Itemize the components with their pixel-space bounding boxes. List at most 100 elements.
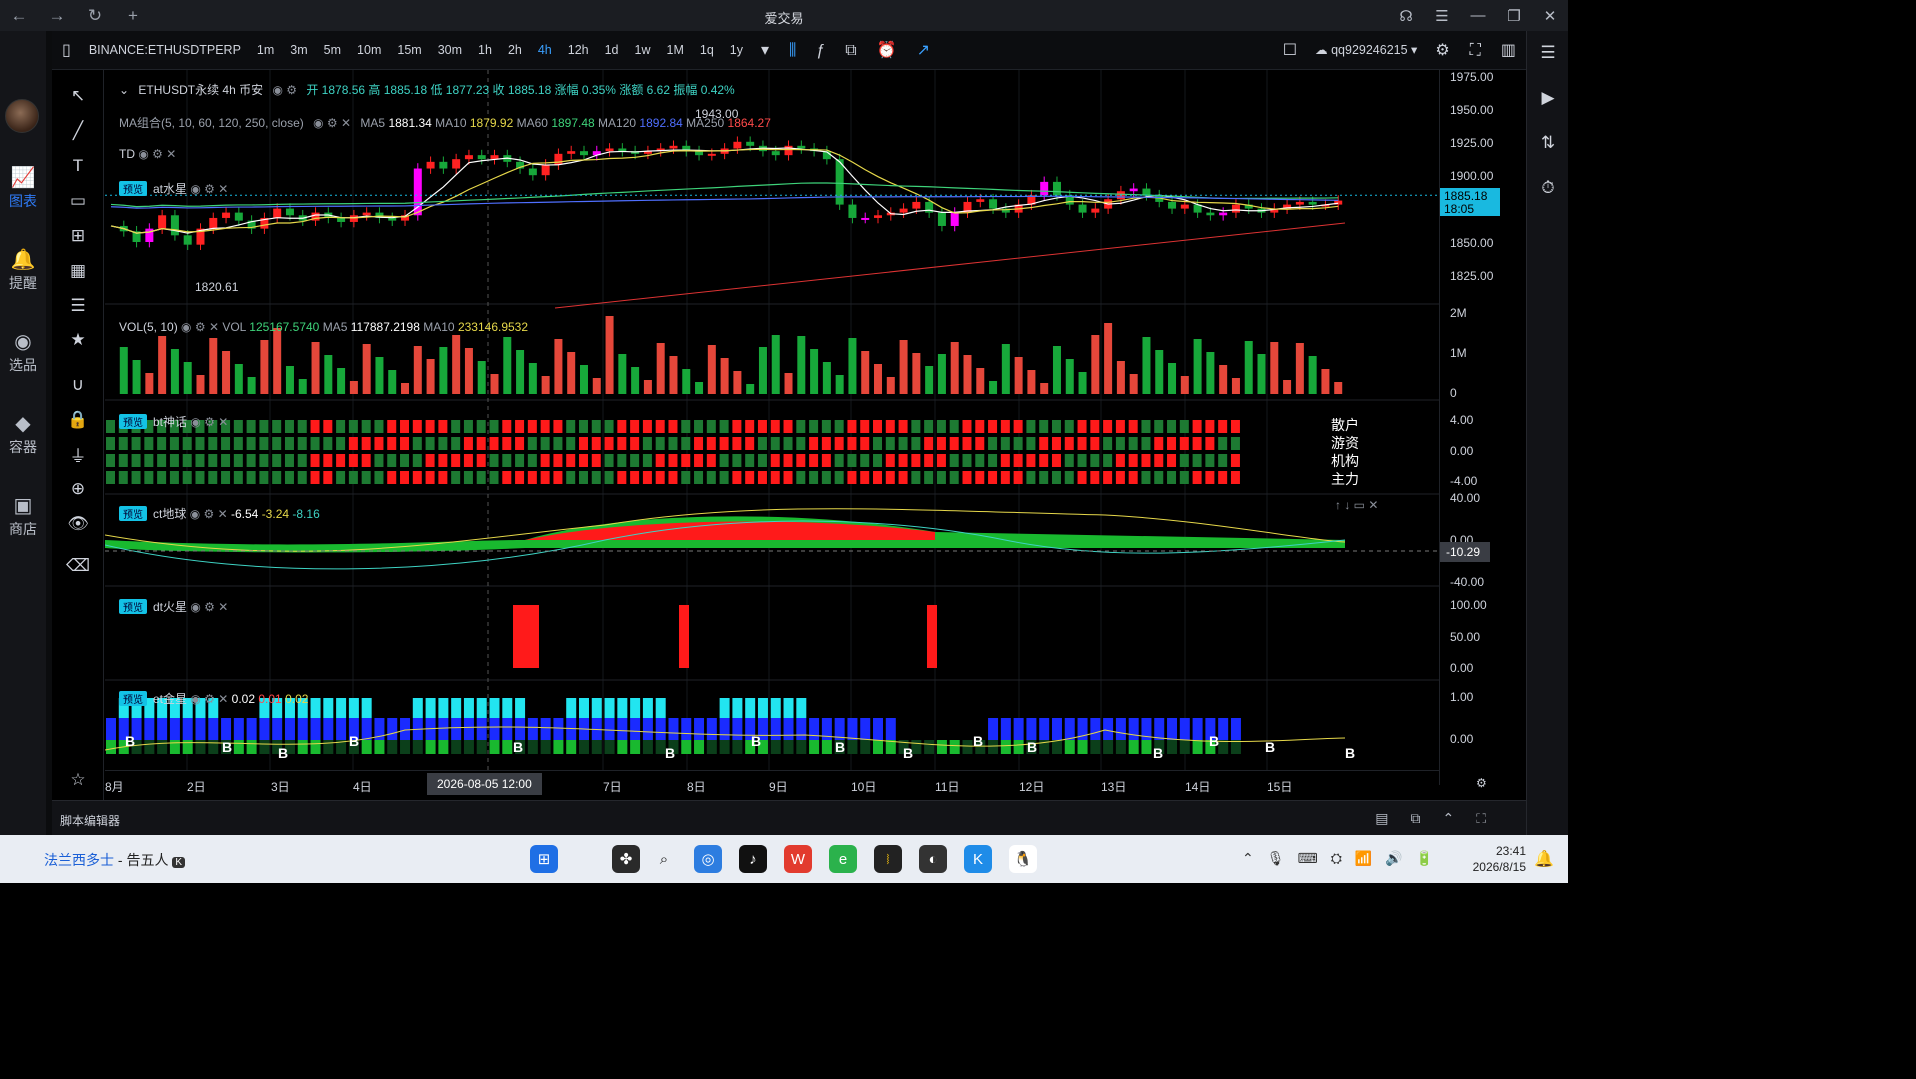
visibility-icon[interactable]: ◉ ⚙ (272, 83, 297, 97)
bt-visibility-icon[interactable]: ◉ ⚙ ✕ (190, 415, 228, 429)
chart-area[interactable]: B B B B B B B B B B B B B B B ⌄ ETHUSDT永续 4h 币安 ◉ ⚙ 开 … (105, 70, 1439, 770)
restore-icon[interactable]: ❐ (1496, 0, 1532, 31)
play-icon[interactable]: ▶ (1536, 86, 1560, 110)
timeframe-4h[interactable]: 4h (530, 31, 560, 70)
headset-icon[interactable]: ☊ (1388, 0, 1424, 31)
timeframe-3m[interactable]: 3m (282, 31, 315, 70)
timeframe-1m[interactable]: 1m (249, 31, 282, 70)
bt-cell (1077, 420, 1087, 433)
pane-controls[interactable]: ↑ ↓ ▭ ✕ (1335, 498, 1378, 512)
draw-icon[interactable]: ↗ (907, 31, 940, 70)
settings-icon[interactable]: ⚙ (1425, 31, 1459, 70)
bt-cell (1192, 471, 1202, 484)
favorite-icon[interactable]: ☆ (64, 768, 92, 792)
timeframe-1d[interactable]: 1d (597, 31, 627, 70)
lock-icon[interactable]: 🔒 (64, 408, 92, 432)
collapse-icon[interactable]: ⌄ (119, 83, 129, 97)
system-tray[interactable]: ⌃🎙⌨⛭📶🔊🔋 (1242, 850, 1446, 867)
bt-cell (1064, 437, 1074, 450)
eye-icon[interactable]: 👁 (64, 512, 92, 536)
bt-cell (387, 420, 397, 433)
taskbar: 法兰西多士 - 告五人 K ⊞ ✤ ⌕ ◎ ♪ W e ⧘ ◐ K 🐧 ⌃🎙⌨⛭… (0, 835, 1568, 883)
lines-icon[interactable]: ☰ (64, 294, 92, 318)
fullscreen-box-icon[interactable]: ☐ (1273, 31, 1307, 70)
watchlist-icon[interactable]: ☰ (1536, 41, 1560, 65)
et-visibility-icon[interactable]: ◉ ⚙ ✕ (190, 692, 228, 706)
music-widget[interactable]: 法兰西多士 - 告五人 K (44, 850, 186, 870)
app-icon-chat[interactable]: ◎ (694, 845, 722, 873)
qq-icon[interactable]: 🐧 (1009, 845, 1037, 873)
at-visibility-icon[interactable]: ◉ ⚙ ✕ (190, 182, 228, 196)
axis-settings-icon[interactable]: ⚙ (1476, 776, 1487, 790)
start-icon[interactable]: ⊞ (530, 845, 558, 873)
candle-type-icon[interactable]: ⫼ (779, 31, 806, 70)
timeframe-1M[interactable]: 1M (659, 31, 692, 70)
text-icon[interactable]: T (64, 154, 92, 178)
user-menu[interactable]: ☁ qq929246215 ▾ (1307, 31, 1425, 70)
alarm-icon[interactable]: ⏰ (867, 31, 907, 70)
expand-icon[interactable]: ⛶ (1460, 31, 1491, 70)
timeframe-10m[interactable]: 10m (349, 31, 389, 70)
timeframe-12h[interactable]: 12h (560, 31, 597, 70)
app-icon-2[interactable]: ◐ (919, 845, 947, 873)
timeframe-1h[interactable]: 1h (470, 31, 500, 70)
minimize-icon[interactable]: — (1460, 0, 1496, 31)
notification-icon[interactable]: 🔔 (1534, 849, 1554, 869)
footer-controls[interactable]: ▤⧉⌃⛶ (1375, 810, 1508, 827)
et-buy-marker: B (1345, 745, 1355, 761)
trade-app-icon[interactable]: ⧘ (874, 845, 902, 873)
magnet-icon[interactable]: ∪ (64, 373, 92, 397)
td-visibility-icon[interactable]: ◉ ⚙ ✕ (138, 147, 176, 161)
timeframe-30m[interactable]: 30m (430, 31, 470, 70)
grid-icon[interactable]: ▦ (64, 259, 92, 283)
ct-visibility-icon[interactable]: ◉ ⚙ ✕ (190, 507, 228, 521)
nav-container[interactable]: ◆ 容器 (0, 411, 46, 457)
eraser-icon[interactable]: ⌫ (64, 554, 92, 578)
search-icon[interactable]: ⌕ (650, 845, 678, 873)
dt-visibility-icon[interactable]: ◉ ⚙ ✕ (190, 600, 228, 614)
timeframe-15m[interactable]: 15m (389, 31, 429, 70)
app-icon-k[interactable]: K (964, 845, 992, 873)
clock-icon[interactable]: ⏱ (1536, 176, 1560, 200)
target-icon[interactable]: ⊕ (64, 477, 92, 501)
cursor-icon[interactable]: ↖ (64, 84, 92, 108)
rectangle-icon[interactable]: ▭ (64, 189, 92, 213)
template-icon[interactable]: ⧉ (835, 31, 866, 70)
time-axis[interactable]: 8月 2日 3日 4日 7日 8日 9日 10日 11日 12日 13日 14日 15日 2026-08-… (105, 770, 1439, 800)
volume-bar (528, 363, 537, 394)
star-icon[interactable]: ★ (64, 328, 92, 352)
nav-chart[interactable]: 📈 图表 (0, 165, 46, 211)
price-axis[interactable]: 1975.00 1950.00 1925.00 1900.00 1885.18 1… (1439, 70, 1525, 790)
vol-visibility-icon[interactable]: ◉ ⚙ ✕ (181, 320, 219, 334)
layout-icon[interactable]: ▯ (52, 31, 81, 70)
compare-icon[interactable]: ⇅ (1536, 131, 1560, 155)
indicator-icon[interactable]: ƒ (806, 31, 835, 70)
ma-visibility-icon[interactable]: ◉ ⚙ ✕ (313, 116, 351, 130)
timeframe-1w[interactable]: 1w (627, 31, 659, 70)
tiktok-icon[interactable]: ♪ (739, 845, 767, 873)
timeframe-2h[interactable]: 2h (500, 31, 530, 70)
timeframe-1y[interactable]: 1y (722, 31, 751, 70)
script-editor-tab[interactable]: 脚本编辑器 (60, 812, 120, 829)
panel-icon[interactable]: ▥ (1491, 31, 1526, 70)
nav-store[interactable]: ▣ 商店 (0, 493, 46, 539)
bt-cell (157, 471, 167, 484)
trendline-icon[interactable]: ╱ (64, 119, 92, 143)
timeframe-5m[interactable]: 5m (316, 31, 349, 70)
bt-cell (1167, 420, 1177, 433)
fib-icon[interactable]: ⊞ (64, 224, 92, 248)
symbol-selector[interactable]: BINANCE:ETHUSDTPERP (81, 31, 249, 70)
volume-bar (209, 338, 218, 394)
menu-icon[interactable]: ☰ (1424, 0, 1460, 31)
close-icon[interactable]: ✕ (1532, 0, 1568, 31)
timeframe-1q[interactable]: 1q (692, 31, 722, 70)
edge-icon[interactable]: e (829, 845, 857, 873)
filter-icon[interactable]: ⏚ (64, 442, 92, 466)
timeframe-more-icon[interactable]: ▾ (751, 31, 779, 70)
app-icon-1[interactable]: ✤ (612, 845, 640, 873)
wps-icon[interactable]: W (784, 845, 812, 873)
nav-alert[interactable]: 🔔 提醒 (0, 247, 46, 293)
bt-cell (757, 437, 767, 450)
avatar[interactable] (5, 99, 39, 133)
nav-screener[interactable]: ◉ 选品 (0, 329, 46, 375)
